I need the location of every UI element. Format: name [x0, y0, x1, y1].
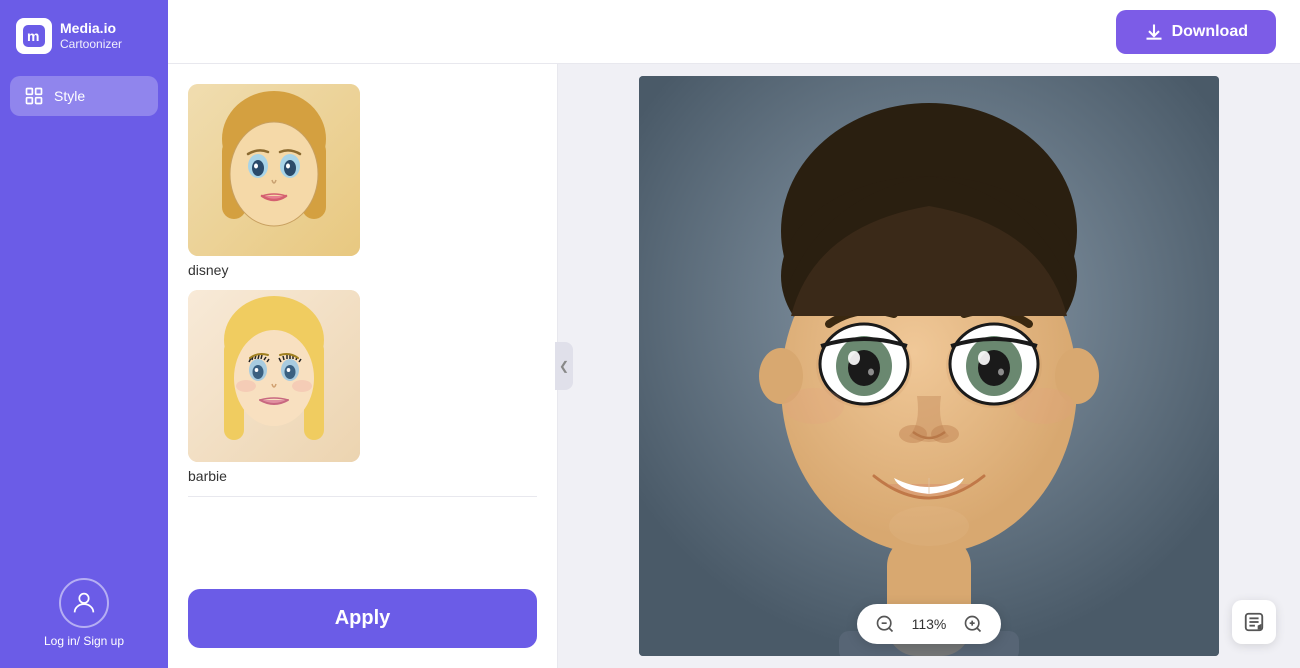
barbie-thumbnail: [188, 290, 360, 462]
svg-text:m: m: [27, 28, 39, 44]
sidebar-item-style[interactable]: Style: [10, 76, 158, 116]
style-card-disney[interactable]: disney: [188, 84, 537, 278]
barbie-label: barbie: [188, 468, 537, 484]
zoom-out-icon: [875, 614, 895, 634]
style-panel: disney: [168, 64, 558, 668]
download-icon: [1144, 22, 1164, 42]
logo-area: m Media.io Cartoonizer: [0, 0, 168, 72]
app-sub: Cartoonizer: [60, 37, 122, 51]
cartoon-preview: [639, 76, 1219, 656]
sidebar-item-style-label: Style: [54, 88, 85, 104]
style-panel-scroll[interactable]: disney: [168, 64, 557, 573]
collapse-icon: ❮: [559, 359, 569, 373]
logo-icon: m: [16, 18, 52, 54]
content-area: disney: [168, 64, 1300, 668]
user-section: Log in/ Sign up: [44, 578, 124, 648]
notes-icon: [1243, 611, 1265, 633]
apply-button[interactable]: Apply: [188, 589, 537, 648]
zoom-in-button[interactable]: [961, 612, 985, 636]
preview-image: [639, 76, 1219, 656]
topbar: Download: [168, 0, 1300, 64]
zoom-value: 113%: [909, 616, 949, 632]
divider: [188, 496, 537, 497]
disney-label: disney: [188, 262, 537, 278]
download-button[interactable]: Download: [1116, 10, 1276, 54]
download-label: Download: [1172, 23, 1248, 41]
user-avatar[interactable]: [59, 578, 109, 628]
app-name: Media.io: [60, 20, 122, 37]
style-icon: [24, 86, 44, 106]
collapse-handle[interactable]: ❮: [555, 342, 573, 390]
disney-thumbnail: [188, 84, 360, 256]
logo-text: Media.io Cartoonizer: [60, 20, 122, 51]
user-icon: [70, 589, 98, 617]
zoom-controls: 113%: [857, 604, 1001, 644]
zoom-out-button[interactable]: [873, 612, 897, 636]
zoom-in-icon: [963, 614, 983, 634]
style-card-barbie[interactable]: barbie: [188, 290, 537, 484]
notes-button[interactable]: [1232, 600, 1276, 644]
main-container: Download: [168, 0, 1300, 668]
sidebar: m Media.io Cartoonizer Style Log in/ Sig…: [0, 0, 168, 668]
apply-section: Apply: [168, 573, 557, 668]
preview-area: 113%: [558, 64, 1300, 668]
user-login-label[interactable]: Log in/ Sign up: [44, 634, 124, 648]
